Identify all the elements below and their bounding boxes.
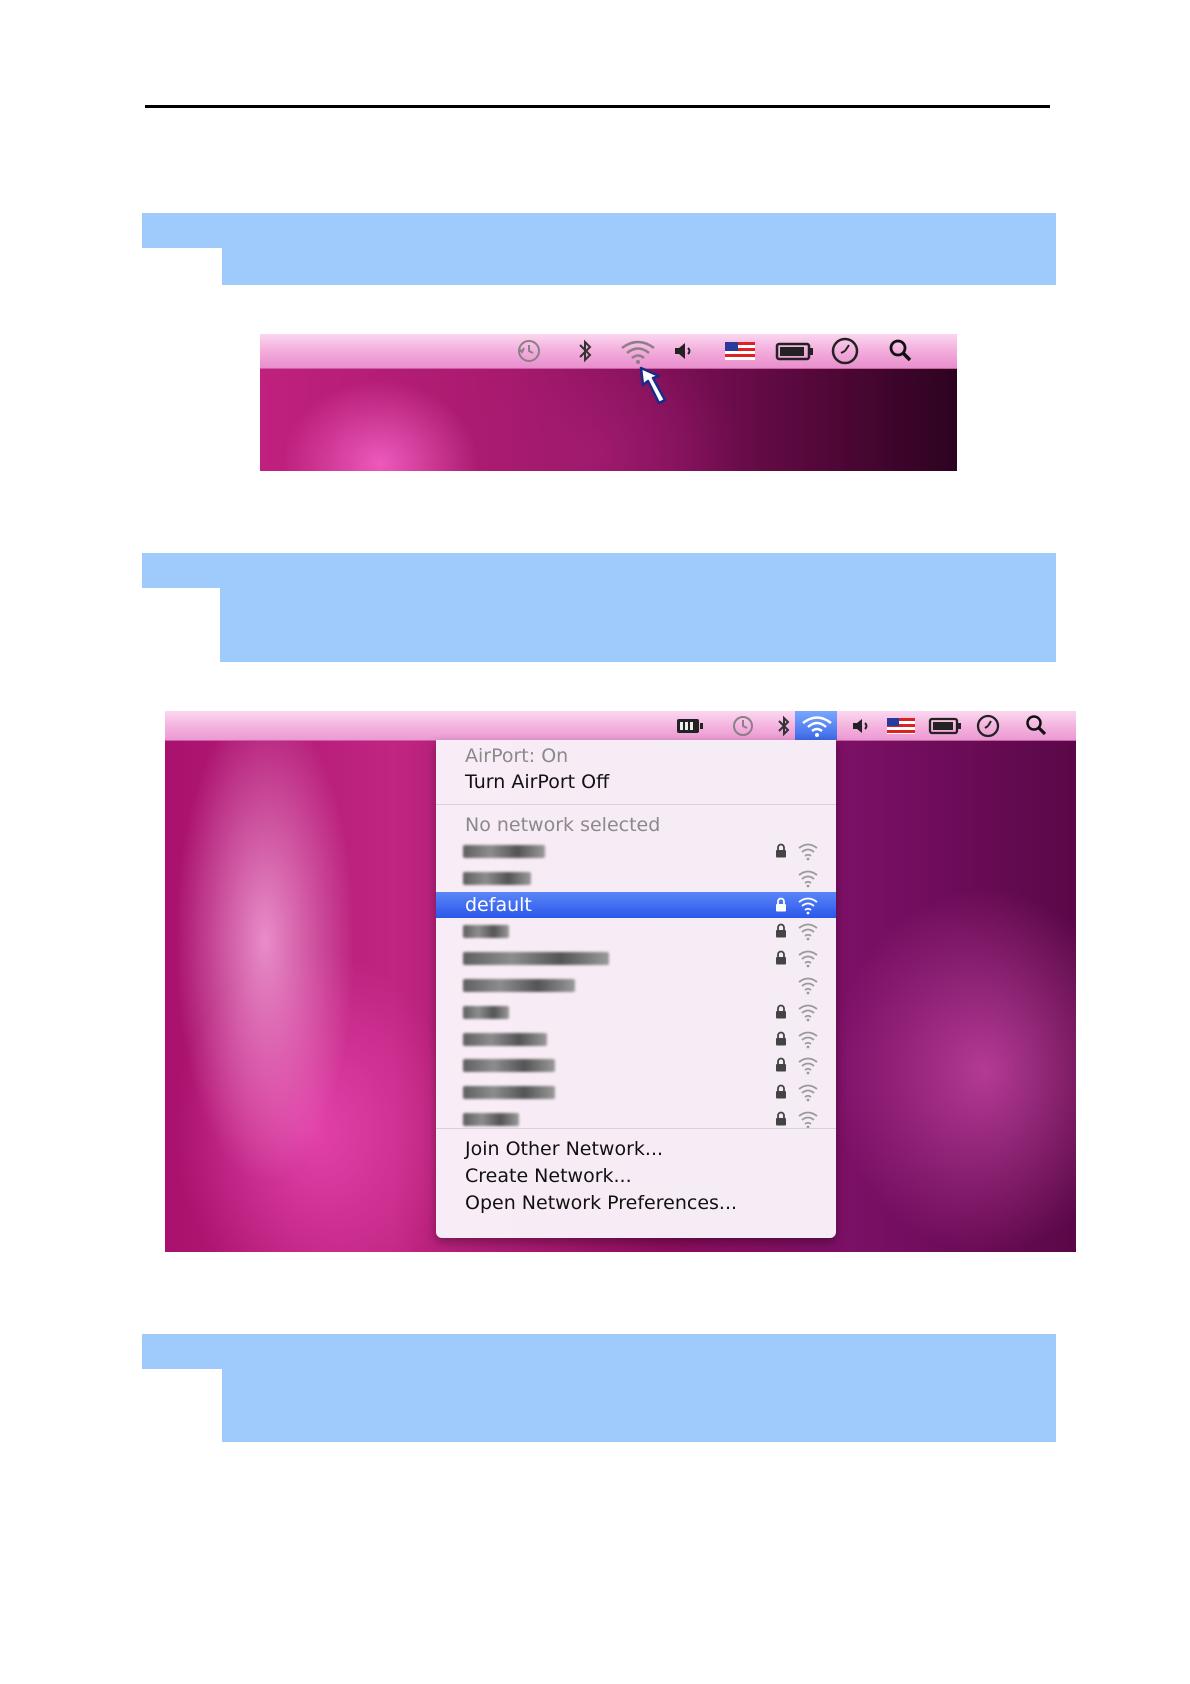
no-network-label: No network selected [465, 814, 661, 836]
wifi-signal-icon [798, 977, 818, 995]
bluetooth-icon[interactable] [772, 714, 796, 738]
instruction-block-1-body [222, 248, 1056, 285]
airport-dropdown-menu: AirPort: On Turn AirPort Off No network … [436, 740, 836, 1238]
network-item[interactable] [436, 972, 836, 998]
wifi-signal-icon [798, 1111, 818, 1129]
clock-icon[interactable] [975, 714, 1001, 738]
battery-status-icon[interactable] [775, 338, 815, 364]
network-item[interactable] [436, 1052, 836, 1078]
instruction-block-1 [142, 213, 1056, 285]
instruction-block-3-top [142, 1334, 1056, 1369]
bluetooth-icon[interactable] [572, 338, 598, 364]
no-network-row: No network selected [436, 812, 836, 838]
wifi-icon[interactable] [800, 714, 834, 738]
spotlight-search-icon[interactable] [888, 338, 914, 364]
turn-airport-off-label: Turn AirPort Off [465, 771, 610, 793]
network-item[interactable] [436, 999, 836, 1025]
airport-status-label: AirPort: On [465, 745, 569, 767]
network-name-redacted [463, 1059, 555, 1072]
wifi-signal-icon [798, 897, 818, 915]
lock-icon [776, 1057, 786, 1072]
volume-icon[interactable] [670, 338, 696, 364]
network-item[interactable] [436, 838, 836, 864]
instruction-block-2-body [220, 588, 1056, 662]
wifi-signal-icon [798, 1031, 818, 1049]
spotlight-search-icon[interactable] [1025, 714, 1049, 738]
lock-icon [776, 1111, 786, 1126]
airport-status-row: AirPort: On [436, 743, 836, 769]
wifi-signal-icon [798, 923, 818, 941]
lock-icon [776, 843, 786, 858]
wifi-signal-icon [798, 1004, 818, 1022]
network-name-redacted [463, 1033, 547, 1046]
lock-icon [776, 1004, 786, 1019]
wifi-signal-icon [798, 950, 818, 968]
create-network-item[interactable]: Create Network... [436, 1163, 836, 1189]
open-network-preferences-label: Open Network Preferences... [465, 1192, 738, 1214]
lock-icon [776, 897, 786, 912]
lock-icon [776, 1084, 786, 1099]
time-machine-icon[interactable] [731, 714, 755, 738]
us-flag-input-icon[interactable] [887, 714, 915, 738]
menubar-screenshot-1 [260, 334, 957, 471]
turn-airport-off-item[interactable]: Turn AirPort Off [436, 769, 836, 795]
us-flag-input-icon[interactable] [725, 338, 755, 364]
network-item[interactable] [436, 918, 836, 944]
lock-icon [776, 950, 786, 965]
battery-icon[interactable] [675, 714, 705, 738]
lock-icon [776, 923, 786, 938]
menubar [260, 334, 957, 369]
network-name-redacted [463, 979, 575, 992]
network-item[interactable] [436, 945, 836, 971]
network-item[interactable] [436, 1026, 836, 1052]
network-name-redacted [463, 1113, 519, 1126]
instruction-block-3-body [222, 1369, 1056, 1442]
network-name-redacted [463, 872, 531, 885]
wifi-signal-icon [798, 843, 818, 861]
battery-status-icon[interactable] [928, 714, 962, 738]
lock-icon [776, 1031, 786, 1046]
arrow-indicator-icon [639, 366, 667, 405]
network-name: default [465, 894, 532, 916]
instruction-block-1-top [142, 213, 1056, 248]
airport-menu-screenshot: AirPort: On Turn AirPort Off No network … [165, 711, 1076, 1252]
wifi-signal-icon [798, 1084, 818, 1102]
page-header-rule [145, 105, 1050, 108]
wifi-icon[interactable] [618, 338, 658, 364]
menubar [165, 711, 1076, 741]
instruction-block-3 [142, 1334, 1056, 1442]
network-item[interactable] [436, 865, 836, 891]
wifi-signal-icon [798, 1057, 818, 1075]
join-other-network-label: Join Other Network... [465, 1138, 664, 1160]
network-name-redacted [463, 1086, 555, 1099]
clock-icon[interactable] [830, 337, 860, 365]
open-network-preferences-item[interactable]: Open Network Preferences... [436, 1190, 836, 1216]
network-name-redacted [463, 925, 509, 938]
time-machine-icon[interactable] [516, 338, 542, 364]
join-other-network-item[interactable]: Join Other Network... [436, 1136, 836, 1162]
menu-separator [436, 804, 836, 805]
network-name-redacted [463, 1006, 509, 1019]
network-item[interactable]: default [436, 892, 836, 918]
network-item[interactable] [436, 1079, 836, 1105]
network-name-redacted [463, 845, 545, 858]
wifi-signal-icon [798, 870, 818, 888]
menu-separator [436, 1128, 836, 1129]
network-name-redacted [463, 952, 609, 965]
volume-icon[interactable] [849, 714, 873, 738]
create-network-label: Create Network... [465, 1165, 632, 1187]
instruction-block-2-top [142, 553, 1056, 588]
instruction-block-2 [142, 553, 1056, 662]
